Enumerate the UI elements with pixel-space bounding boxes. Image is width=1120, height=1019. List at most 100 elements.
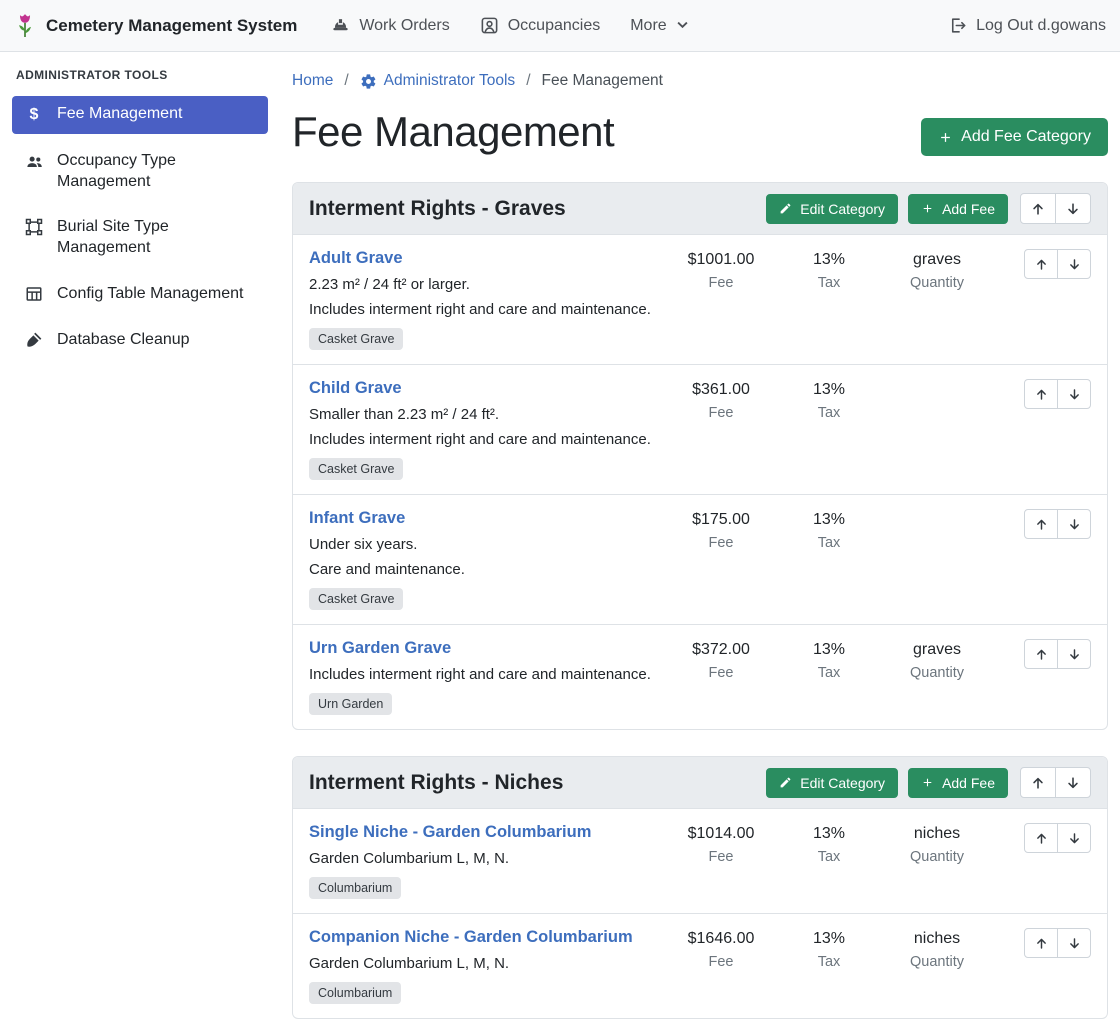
quantity-value: graves: [883, 641, 991, 659]
category-header: Interment Rights - Niches Edit Category …: [293, 757, 1107, 809]
quantity-col: graves Quantity: [883, 639, 991, 681]
breadcrumb-admin-tools-link[interactable]: Administrator Tools: [360, 72, 516, 90]
sidebar-item-label: Occupancy Type Management: [57, 151, 256, 193]
move-fee-down-button[interactable]: [1057, 639, 1091, 669]
fee-category-card: Interment Rights - Graves Edit Category …: [292, 182, 1108, 730]
nav-occupancies[interactable]: Occupancies: [480, 16, 601, 35]
fee-info: Child Grave Smaller than 2.23 m² / 24 ft…: [309, 379, 667, 480]
move-category-up-button[interactable]: [1020, 767, 1056, 798]
move-fee-down-button[interactable]: [1057, 249, 1091, 279]
fee-amount-label: Fee: [667, 535, 775, 551]
hard-hat-icon: [331, 16, 350, 35]
tax-col: 13% Tax: [775, 249, 883, 291]
category-reorder-buttons: [1020, 193, 1091, 224]
fee-amount: $1646.00: [667, 930, 775, 948]
fee-description: Garden Columbarium L, M, N.: [309, 955, 657, 972]
tax-value: 13%: [775, 825, 883, 843]
arrow-up-icon: [1031, 776, 1045, 790]
fee-info: Single Niche - Garden Columbarium Garden…: [309, 823, 667, 899]
table-icon: [24, 284, 44, 303]
arrow-down-icon: [1068, 832, 1081, 845]
add-fee-button[interactable]: Add Fee: [908, 194, 1008, 224]
fee-name-link[interactable]: Companion Niche - Garden Columbarium: [309, 928, 633, 947]
move-fee-up-button[interactable]: [1024, 509, 1058, 539]
nav-occupancies-label: Occupancies: [508, 17, 601, 35]
tax-col: 13% Tax: [775, 379, 883, 421]
tax-label: Tax: [775, 405, 883, 421]
fee-row: Urn Garden Grave Includes interment righ…: [293, 624, 1107, 729]
plus-icon: [921, 202, 934, 215]
fee-amount-label: Fee: [667, 849, 775, 865]
edit-category-button[interactable]: Edit Category: [766, 194, 898, 224]
site-outline-icon: [24, 217, 44, 236]
quantity-label: Quantity: [883, 665, 991, 681]
move-fee-down-button[interactable]: [1057, 379, 1091, 409]
move-fee-down-button[interactable]: [1057, 823, 1091, 853]
main-content: Home / Administrator Tools / Fee Managem…: [280, 52, 1120, 939]
fee-description: Smaller than 2.23 m² / 24 ft².: [309, 406, 657, 423]
fee-row: Companion Niche - Garden Columbarium Gar…: [293, 913, 1107, 1018]
nav-work-orders[interactable]: Work Orders: [331, 16, 449, 35]
arrow-up-icon: [1035, 258, 1048, 271]
app-brand[interactable]: Cemetery Management System: [14, 12, 297, 40]
tax-label: Tax: [775, 954, 883, 970]
move-fee-up-button[interactable]: [1024, 379, 1058, 409]
edit-category-label: Edit Category: [800, 201, 885, 217]
fee-name-link[interactable]: Single Niche - Garden Columbarium: [309, 823, 591, 842]
category-title: Interment Rights - Niches: [309, 771, 756, 795]
move-category-down-button[interactable]: [1055, 767, 1091, 798]
fee-reorder-buttons: [991, 823, 1091, 853]
move-category-up-button[interactable]: [1020, 193, 1056, 224]
breadcrumb-home-link[interactable]: Home: [292, 72, 333, 90]
fee-amount-label: Fee: [667, 665, 775, 681]
add-fee-button[interactable]: Add Fee: [908, 768, 1008, 798]
fee-name-link[interactable]: Child Grave: [309, 379, 402, 398]
quantity-col: [883, 379, 991, 381]
page-title: Fee Management: [292, 108, 614, 156]
move-fee-down-button[interactable]: [1057, 509, 1091, 539]
sidebar-item-config-table-management[interactable]: Config Table Management: [12, 276, 268, 313]
fee-name-link[interactable]: Infant Grave: [309, 509, 405, 528]
move-fee-down-button[interactable]: [1057, 928, 1091, 958]
tulip-logo-icon: [14, 12, 36, 40]
move-fee-up-button[interactable]: [1024, 249, 1058, 279]
move-category-down-button[interactable]: [1055, 193, 1091, 224]
fee-info: Adult Grave 2.23 m² / 24 ft² or larger. …: [309, 249, 667, 350]
edit-category-label: Edit Category: [800, 775, 885, 791]
arrow-up-icon: [1035, 648, 1048, 661]
fee-type-badge: Columbarium: [309, 982, 401, 1004]
sidebar-item-burial-site-type-management[interactable]: Burial Site Type Management: [12, 209, 268, 267]
add-fee-label: Add Fee: [942, 201, 995, 217]
page-layout: Administrator Tools $ Fee Management Occ…: [0, 52, 1120, 939]
sidebar-item-label: Config Table Management: [57, 284, 244, 305]
fee-name-link[interactable]: Adult Grave: [309, 249, 403, 268]
sidebar-item-database-cleanup[interactable]: Database Cleanup: [12, 322, 268, 359]
tax-col: 13% Tax: [775, 639, 883, 681]
add-fee-category-label: Add Fee Category: [961, 128, 1091, 146]
plus-icon: [921, 776, 934, 789]
dollar-icon: $: [24, 104, 44, 126]
sidebar-item-fee-management[interactable]: $ Fee Management: [12, 96, 268, 134]
move-fee-up-button[interactable]: [1024, 928, 1058, 958]
arrow-up-icon: [1035, 388, 1048, 401]
arrow-up-icon: [1031, 202, 1045, 216]
arrow-up-icon: [1035, 518, 1048, 531]
quantity-label: Quantity: [883, 849, 991, 865]
page-header: Fee Management Add Fee Category: [292, 108, 1108, 156]
sign-out-icon: [948, 16, 967, 35]
move-fee-up-button[interactable]: [1024, 823, 1058, 853]
admin-sidebar: Administrator Tools $ Fee Management Occ…: [0, 52, 280, 939]
fee-reorder-buttons: [991, 249, 1091, 279]
fee-name-link[interactable]: Urn Garden Grave: [309, 639, 451, 658]
sidebar-item-occupancy-type-management[interactable]: Occupancy Type Management: [12, 143, 268, 201]
add-fee-category-button[interactable]: Add Fee Category: [921, 118, 1108, 156]
nav-more[interactable]: More: [630, 17, 688, 35]
logout-button[interactable]: Log Out d.gowans: [948, 16, 1106, 35]
move-fee-up-button[interactable]: [1024, 639, 1058, 669]
fee-row: Single Niche - Garden Columbarium Garden…: [293, 809, 1107, 913]
sidebar-item-label: Burial Site Type Management: [57, 217, 256, 259]
fee-type-badge: Casket Grave: [309, 458, 403, 480]
fee-info: Urn Garden Grave Includes interment righ…: [309, 639, 667, 715]
edit-category-button[interactable]: Edit Category: [766, 768, 898, 798]
fee-row: Adult Grave 2.23 m² / 24 ft² or larger. …: [293, 235, 1107, 364]
